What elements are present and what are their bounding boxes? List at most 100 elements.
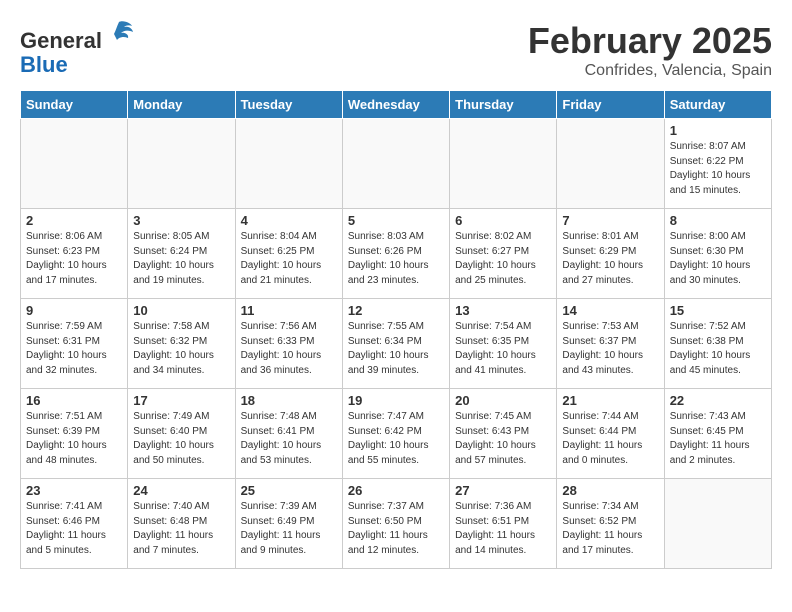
day-info: Sunrise: 7:37 AM Sunset: 6:50 PM Dayligh… [348,500,444,558]
calendar-cell: 18 Sunrise: 7:48 AM Sunset: 6:41 PM Dayli… [235,389,342,479]
day-number: 24 [133,483,229,498]
day-info: Sunrise: 7:52 AM Sunset: 6:38 PM Dayligh… [670,320,766,378]
day-number: 12 [348,303,444,318]
page-header: General Blue February 2025 Confrides, Va… [20,20,772,80]
weekday-header-friday: Friday [557,91,664,119]
calendar-cell: 21 Sunrise: 7:44 AM Sunset: 6:44 PM Dayli… [557,389,664,479]
weekday-header-monday: Monday [128,91,235,119]
day-info: Sunrise: 7:43 AM Sunset: 6:45 PM Dayligh… [670,410,766,468]
calendar-cell: 4 Sunrise: 8:04 AM Sunset: 6:25 PM Daylig… [235,209,342,299]
calendar-cell [128,119,235,209]
calendar-cell [21,119,128,209]
day-number: 28 [562,483,658,498]
calendar-cell: 28 Sunrise: 7:34 AM Sunset: 6:52 PM Dayli… [557,479,664,569]
calendar-cell [450,119,557,209]
calendar-cell: 17 Sunrise: 7:49 AM Sunset: 6:40 PM Dayli… [128,389,235,479]
weekday-header-row: SundayMondayTuesdayWednesdayThursdayFrid… [21,91,772,119]
day-number: 3 [133,213,229,228]
day-info: Sunrise: 8:04 AM Sunset: 6:25 PM Dayligh… [241,230,337,288]
day-info: Sunrise: 7:47 AM Sunset: 6:42 PM Dayligh… [348,410,444,468]
day-number: 15 [670,303,766,318]
weekday-header-tuesday: Tuesday [235,91,342,119]
day-info: Sunrise: 8:02 AM Sunset: 6:27 PM Dayligh… [455,230,551,288]
calendar-cell: 27Sunrise: 7:36 AM Sunset: 6:51 PM Dayli… [450,479,557,569]
week-row-3: 9 Sunrise: 7:59 AM Sunset: 6:31 PM Daylig… [21,299,772,389]
calendar-cell: 16 Sunrise: 7:51 AM Sunset: 6:39 PM Dayli… [21,389,128,479]
day-number: 22 [670,393,766,408]
day-info: Sunrise: 7:48 AM Sunset: 6:41 PM Dayligh… [241,410,337,468]
calendar-table: SundayMondayTuesdayWednesdayThursdayFrid… [20,90,772,569]
day-number: 1 [670,123,766,138]
week-row-2: 2Sunrise: 8:06 AM Sunset: 6:23 PM Daylig… [21,209,772,299]
day-info: Sunrise: 7:59 AM Sunset: 6:31 PM Dayligh… [26,320,122,378]
day-info: Sunrise: 7:44 AM Sunset: 6:44 PM Dayligh… [562,410,658,468]
calendar-cell [557,119,664,209]
day-number: 9 [26,303,122,318]
calendar-subtitle: Confrides, Valencia, Spain [528,62,772,80]
day-info: Sunrise: 8:01 AM Sunset: 6:29 PM Dayligh… [562,230,658,288]
day-info: Sunrise: 8:07 AM Sunset: 6:22 PM Dayligh… [670,140,766,198]
day-info: Sunrise: 7:51 AM Sunset: 6:39 PM Dayligh… [26,410,122,468]
calendar-cell: 2Sunrise: 8:06 AM Sunset: 6:23 PM Daylig… [21,209,128,299]
week-row-5: 23 Sunrise: 7:41 AM Sunset: 6:46 PM Dayli… [21,479,772,569]
day-info: Sunrise: 7:41 AM Sunset: 6:46 PM Dayligh… [26,500,122,558]
calendar-cell: 12 Sunrise: 7:55 AM Sunset: 6:34 PM Dayli… [342,299,449,389]
calendar-cell: 3 Sunrise: 8:05 AM Sunset: 6:24 PM Daylig… [128,209,235,299]
weekday-header-saturday: Saturday [664,91,771,119]
day-info: Sunrise: 7:36 AM Sunset: 6:51 PM Dayligh… [455,500,551,558]
week-row-1: 1 Sunrise: 8:07 AM Sunset: 6:22 PM Daylig… [21,119,772,209]
day-number: 13 [455,303,551,318]
day-info: Sunrise: 7:53 AM Sunset: 6:37 PM Dayligh… [562,320,658,378]
day-info: Sunrise: 8:05 AM Sunset: 6:24 PM Dayligh… [133,230,229,288]
weekday-header-wednesday: Wednesday [342,91,449,119]
calendar-cell [664,479,771,569]
day-info: Sunrise: 7:49 AM Sunset: 6:40 PM Dayligh… [133,410,229,468]
calendar-cell: 25Sunrise: 7:39 AM Sunset: 6:49 PM Dayli… [235,479,342,569]
calendar-cell: 19Sunrise: 7:47 AM Sunset: 6:42 PM Dayli… [342,389,449,479]
week-row-4: 16 Sunrise: 7:51 AM Sunset: 6:39 PM Dayli… [21,389,772,479]
day-info: Sunrise: 8:03 AM Sunset: 6:26 PM Dayligh… [348,230,444,288]
day-number: 17 [133,393,229,408]
calendar-cell: 11Sunrise: 7:56 AM Sunset: 6:33 PM Dayli… [235,299,342,389]
calendar-cell: 20 Sunrise: 7:45 AM Sunset: 6:43 PM Dayli… [450,389,557,479]
day-info: Sunrise: 7:54 AM Sunset: 6:35 PM Dayligh… [455,320,551,378]
day-info: Sunrise: 7:58 AM Sunset: 6:32 PM Dayligh… [133,320,229,378]
weekday-header-sunday: Sunday [21,91,128,119]
calendar-cell: 1 Sunrise: 8:07 AM Sunset: 6:22 PM Daylig… [664,119,771,209]
weekday-header-thursday: Thursday [450,91,557,119]
calendar-cell: 8 Sunrise: 8:00 AM Sunset: 6:30 PM Daylig… [664,209,771,299]
calendar-cell [235,119,342,209]
calendar-cell: 9 Sunrise: 7:59 AM Sunset: 6:31 PM Daylig… [21,299,128,389]
calendar-cell: 13 Sunrise: 7:54 AM Sunset: 6:35 PM Dayli… [450,299,557,389]
day-number: 10 [133,303,229,318]
day-number: 8 [670,213,766,228]
day-info: Sunrise: 8:00 AM Sunset: 6:30 PM Dayligh… [670,230,766,288]
calendar-cell: 23 Sunrise: 7:41 AM Sunset: 6:46 PM Dayli… [21,479,128,569]
calendar-cell: 14 Sunrise: 7:53 AM Sunset: 6:37 PM Dayli… [557,299,664,389]
calendar-cell: 10 Sunrise: 7:58 AM Sunset: 6:32 PM Dayli… [128,299,235,389]
logo-blue-text: Blue [20,52,68,77]
calendar-cell: 15 Sunrise: 7:52 AM Sunset: 6:38 PM Dayli… [664,299,771,389]
title-block: February 2025 Confrides, Valencia, Spain [528,20,772,80]
calendar-cell: 6 Sunrise: 8:02 AM Sunset: 6:27 PM Daylig… [450,209,557,299]
day-number: 6 [455,213,551,228]
day-number: 11 [241,303,337,318]
day-info: Sunrise: 7:45 AM Sunset: 6:43 PM Dayligh… [455,410,551,468]
day-number: 20 [455,393,551,408]
day-number: 14 [562,303,658,318]
logo-general-text: General [20,28,102,53]
calendar-cell: 5Sunrise: 8:03 AM Sunset: 6:26 PM Daylig… [342,209,449,299]
day-info: Sunrise: 7:40 AM Sunset: 6:48 PM Dayligh… [133,500,229,558]
day-number: 2 [26,213,122,228]
day-info: Sunrise: 7:55 AM Sunset: 6:34 PM Dayligh… [348,320,444,378]
day-number: 23 [26,483,122,498]
day-number: 21 [562,393,658,408]
calendar-cell: 24 Sunrise: 7:40 AM Sunset: 6:48 PM Dayli… [128,479,235,569]
calendar-title: February 2025 [528,20,772,62]
calendar-cell: 7Sunrise: 8:01 AM Sunset: 6:29 PM Daylig… [557,209,664,299]
day-number: 4 [241,213,337,228]
day-info: Sunrise: 7:34 AM Sunset: 6:52 PM Dayligh… [562,500,658,558]
day-number: 16 [26,393,122,408]
day-info: Sunrise: 7:39 AM Sunset: 6:49 PM Dayligh… [241,500,337,558]
day-number: 18 [241,393,337,408]
